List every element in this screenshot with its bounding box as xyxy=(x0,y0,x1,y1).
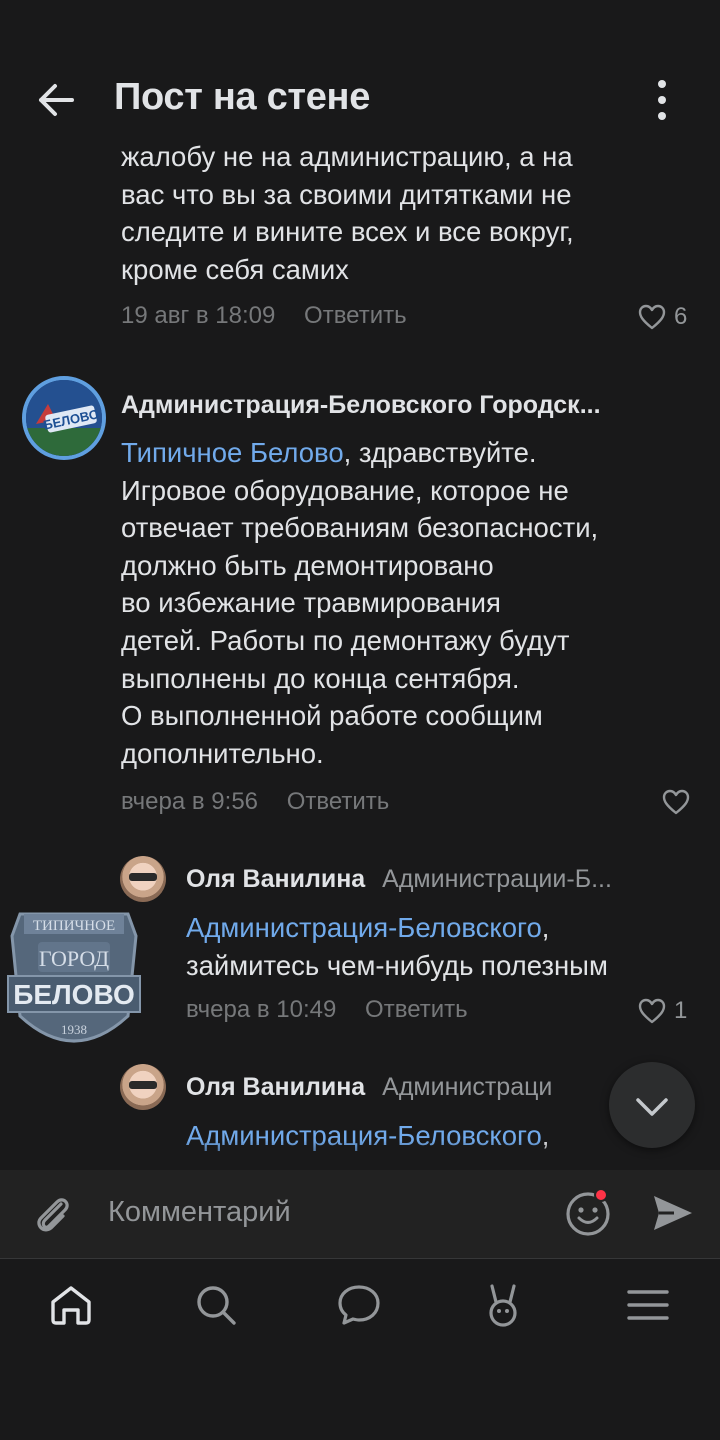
send-icon xyxy=(654,1196,692,1230)
smile-icon xyxy=(566,1188,610,1236)
like-button[interactable] xyxy=(662,789,690,820)
emoji-button[interactable] xyxy=(564,1188,614,1238)
send-button[interactable] xyxy=(650,1190,696,1236)
heart-icon xyxy=(638,998,666,1024)
comment-text: Типичное Белово, здравствуйте. Игровое о… xyxy=(121,434,701,772)
reply-button[interactable]: Ответить xyxy=(365,996,468,1023)
svg-text:БЕЛОВО: БЕЛОВО xyxy=(13,979,135,1010)
more-options-button[interactable] xyxy=(644,80,680,120)
comment-author[interactable]: Администрация-Беловского Городск... xyxy=(121,391,601,420)
back-button[interactable] xyxy=(36,80,76,120)
text-line: Типичное Белово, здравствуйте. xyxy=(121,437,537,468)
page-title: Пост на стене xyxy=(114,76,371,118)
home-icon xyxy=(51,1286,91,1325)
city-logo-image: БЕЛОВО xyxy=(26,380,102,456)
menu-icon xyxy=(627,1290,669,1320)
comment-author: Оля Ванилина Администраци xyxy=(186,1073,616,1102)
comment-footer: 19 авг в 18:09 Ответить xyxy=(121,302,407,330)
tab-messages[interactable] xyxy=(336,1282,382,1328)
arrow-left-icon xyxy=(39,84,74,116)
system-navigation-area xyxy=(0,1349,720,1440)
text-line: выполнены до конца сентября. xyxy=(121,662,520,694)
text-line: отвечает требованиям безопасности, xyxy=(121,512,599,544)
comment-footer: вчера в 10:49 Ответить xyxy=(186,996,468,1024)
comment-text: жалобу не на администрацию, а на вас что… xyxy=(121,138,701,288)
comment-footer: вчера в 9:56 Ответить xyxy=(121,788,389,816)
svg-text:ТИПИЧНОЕ: ТИПИЧНОЕ xyxy=(33,918,115,934)
text-line: Администрация-Беловского, xyxy=(186,912,550,943)
comment-input[interactable]: Комментарий xyxy=(108,1196,291,1229)
svg-text:ГОРОД: ГОРОД xyxy=(39,946,109,971)
avatar[interactable] xyxy=(120,856,166,902)
author-name[interactable]: Оля Ванилина xyxy=(186,1073,365,1101)
top-app-bar xyxy=(0,0,720,140)
reply-to[interactable]: Администрации-Б... xyxy=(382,865,612,893)
reply-button[interactable]: Ответить xyxy=(287,788,390,815)
author-name[interactable]: Оля Ванилина xyxy=(186,865,365,893)
community-badge[interactable]: ТИПИЧНОЕ ГОРОД БЕЛОВО 1938 xyxy=(4,906,144,1066)
heart-icon xyxy=(638,304,666,330)
reply-to[interactable]: Администраци xyxy=(382,1073,552,1101)
like-button[interactable]: 1 xyxy=(638,997,687,1025)
text-line: следите и вините всех и все вокруг, xyxy=(121,216,574,248)
text-line: О выполненной работе сообщим xyxy=(121,700,543,732)
svg-text:1938: 1938 xyxy=(61,1022,87,1037)
tab-menu[interactable] xyxy=(625,1282,671,1328)
tab-clips[interactable] xyxy=(481,1282,527,1328)
chevron-down-icon xyxy=(636,1098,668,1116)
sunglasses-icon xyxy=(129,873,157,881)
scroll-down-button[interactable] xyxy=(609,1062,695,1148)
sunglasses-icon xyxy=(129,1081,157,1089)
text-line: Игровое оборудование, которое не xyxy=(121,474,569,506)
text-line: во избежание травмирования xyxy=(121,587,501,619)
like-count: 1 xyxy=(674,997,688,1024)
mention-link[interactable]: Администрация-Беловского xyxy=(186,912,542,943)
text-line: кроме себя самих xyxy=(121,253,349,285)
comment-time: 19 авг в 18:09 xyxy=(121,302,276,329)
text-line: должно быть демонтировано xyxy=(121,549,494,581)
attach-button[interactable] xyxy=(28,1190,78,1240)
tab-search[interactable] xyxy=(193,1282,239,1328)
text-line: займитесь чем-нибудь полезным xyxy=(186,949,608,981)
text-line: вас что вы за своими дитятками не xyxy=(121,178,572,210)
paperclip-icon xyxy=(37,1198,69,1232)
avatar[interactable] xyxy=(120,1064,166,1110)
mention-link[interactable]: Типичное Белово xyxy=(121,437,344,468)
messages-icon xyxy=(338,1285,380,1325)
tab-home[interactable] xyxy=(48,1282,94,1328)
comment-author: Оля Ванилина Администрации-Б... xyxy=(186,865,696,894)
like-button[interactable]: 6 xyxy=(638,303,687,331)
more-vertical-icon xyxy=(658,80,666,120)
reply-button[interactable]: Ответить xyxy=(304,302,407,329)
text-line: жалобу не на администрацию, а на xyxy=(121,141,573,172)
avatar[interactable]: БЕЛОВО xyxy=(22,376,106,460)
clips-icon xyxy=(489,1284,517,1327)
comment-time: вчера в 9:56 xyxy=(121,788,259,815)
shield-badge-icon: ТИПИЧНОЕ ГОРОД БЕЛОВО 1938 xyxy=(7,912,141,1043)
comment-text: Администрация-Беловского, займитесь чем-… xyxy=(186,909,706,984)
text-line: детей. Работы по демонтажу будут xyxy=(121,624,570,656)
heart-icon xyxy=(662,789,690,815)
comment-time: вчера в 10:49 xyxy=(186,996,337,1023)
like-count: 6 xyxy=(674,303,688,330)
search-icon xyxy=(197,1286,236,1325)
text-line: дополнительно. xyxy=(121,737,324,769)
